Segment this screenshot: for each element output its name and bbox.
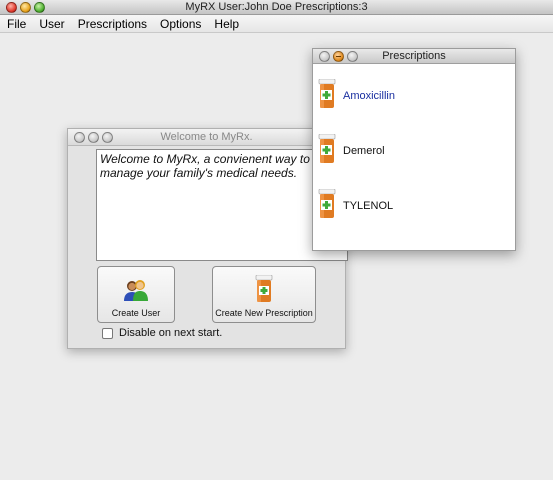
disable-on-start-row[interactable]: Disable on next start. [102,327,222,339]
prescription-name: Amoxicillin [343,89,395,102]
users-icon [123,279,149,305]
welcome-window-title: Welcome to MyRx. [160,131,253,143]
pill-bottle-icon [317,78,337,112]
menu-options[interactable]: Options [160,17,201,31]
disable-on-start-checkbox[interactable] [102,327,113,339]
pill-bottle-icon [254,274,274,305]
prescriptions-titlebar[interactable]: Prescriptions [313,49,515,64]
prescriptions-window-title: Prescriptions [382,50,446,62]
create-prescription-button[interactable]: Create New Prescription [212,266,316,323]
main-window-title: MyRX User:John Doe Prescriptions:3 [185,1,368,13]
prescription-item-tylenol[interactable]: TYLENOL [317,188,394,222]
pill-bottle-icon [317,133,337,167]
welcome-message[interactable]: Welcome to MyRx, a convienent way to man… [96,149,348,261]
prescription-name: Demerol [343,144,385,157]
menu-file[interactable]: File [7,17,26,31]
prescriptions-window: Prescriptions Amoxicillin Demerol TYLENO… [312,48,516,251]
welcome-window: Welcome to MyRx. Welcome to MyRx, a conv… [67,128,348,349]
create-user-label: Create User [111,308,161,318]
menu-help[interactable]: Help [214,17,239,31]
menu-user[interactable]: User [39,17,64,31]
prescription-name: TYLENOL [343,199,394,212]
create-user-button[interactable]: Create User [97,266,175,323]
prescription-item-amoxicillin[interactable]: Amoxicillin [317,78,395,112]
main-titlebar: MyRX User:John Doe Prescriptions:3 [0,0,553,15]
pill-bottle-icon [317,188,337,222]
menu-prescriptions[interactable]: Prescriptions [78,17,147,31]
create-prescription-label: Create New Prescription [215,308,313,318]
disable-on-start-label: Disable on next start. [119,327,223,339]
prescription-item-demerol[interactable]: Demerol [317,133,385,167]
menu-bar: File User Prescriptions Options Help [0,15,553,33]
welcome-titlebar[interactable]: Welcome to MyRx. [68,129,345,146]
